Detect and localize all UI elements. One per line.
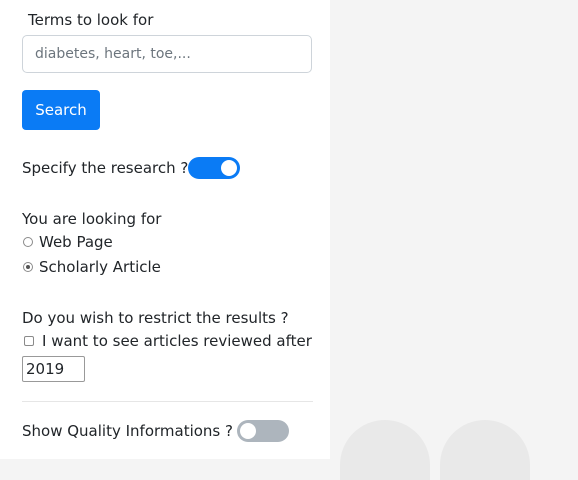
reviewed-after-checkbox[interactable]	[24, 336, 34, 346]
reviewed-after-label: I want to see articles reviewed after	[42, 332, 312, 350]
reviewed-after-year-input[interactable]	[22, 356, 85, 382]
quality-info-label: Show Quality Informations ?	[22, 422, 233, 440]
quality-info-toggle[interactable]	[237, 420, 289, 442]
specify-research-toggle[interactable]	[188, 157, 240, 179]
looking-for-label: You are looking for	[22, 210, 162, 228]
radio-scholarly-article[interactable]	[23, 262, 33, 272]
watermark-shape	[440, 420, 530, 480]
radio-scholarly-article-label: Scholarly Article	[39, 258, 161, 276]
search-terms-label: Terms to look for	[28, 11, 154, 29]
search-button[interactable]: Search	[22, 90, 100, 130]
specify-research-label: Specify the research ?	[22, 159, 189, 177]
restrict-results-label: Do you wish to restrict the results ?	[22, 309, 289, 327]
watermark-shape	[340, 420, 430, 480]
toggle-knob	[240, 423, 256, 439]
toggle-knob	[221, 160, 237, 176]
search-input[interactable]	[22, 35, 312, 73]
radio-web-page-label: Web Page	[39, 233, 113, 251]
divider	[22, 401, 313, 402]
radio-web-page[interactable]	[23, 237, 33, 247]
